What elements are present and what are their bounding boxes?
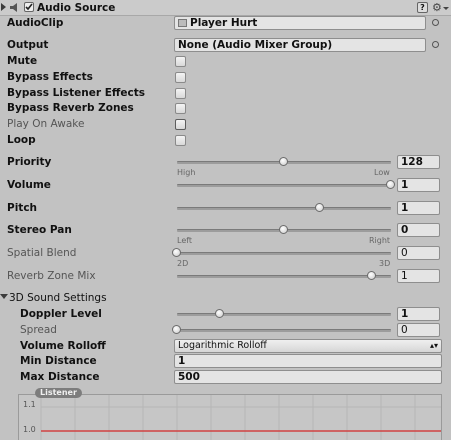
volume-slider[interactable] <box>177 180 395 189</box>
priority-slider[interactable] <box>177 157 391 166</box>
doppler-level-label: Doppler Level <box>20 308 102 320</box>
priority-min-label: High <box>177 168 196 177</box>
doppler-level-slider-handle[interactable] <box>214 309 224 318</box>
audioclip-picker-icon[interactable] <box>432 19 439 26</box>
listener-tag: Listener <box>35 388 82 398</box>
stereo-pan-max-label: Right <box>369 236 391 245</box>
priority-label: Priority <box>7 156 52 168</box>
min-distance-label: Min Distance <box>20 355 97 367</box>
help-icon[interactable]: ? <box>417 2 428 13</box>
graph-ytick-1-1: 1.1 <box>23 400 36 409</box>
pitch-slider-handle[interactable] <box>314 203 324 212</box>
volume-rolloff-label: Volume Rolloff <box>20 340 106 352</box>
doppler-level-slider[interactable] <box>177 309 391 318</box>
spatial-blend-max-label: 3D <box>379 259 391 268</box>
bypass-listener-effects-checkbox[interactable] <box>175 88 186 99</box>
spatial-blend-label: Spatial Blend <box>7 247 77 259</box>
loop-label: Loop <box>7 134 36 146</box>
spatial-blend-slider-handle[interactable] <box>172 248 181 257</box>
priority-value[interactable]: 128 <box>397 155 440 169</box>
enabled-checkbox[interactable] <box>24 2 34 12</box>
mute-label: Mute <box>7 55 38 67</box>
pitch-label: Pitch <box>7 202 38 214</box>
spread-slider-handle[interactable] <box>172 325 181 334</box>
reverb-zone-mix-value[interactable]: 1 <box>397 269 440 283</box>
play-on-awake-checkbox[interactable] <box>175 119 186 130</box>
mute-checkbox[interactable] <box>175 56 186 67</box>
play-on-awake-label: Play On Awake <box>7 118 85 130</box>
bypass-effects-checkbox[interactable] <box>175 72 186 83</box>
spread-label: Spread <box>20 324 57 336</box>
component-title: Audio Source <box>37 2 116 14</box>
menu-arrow-icon[interactable] <box>443 7 449 10</box>
reverb-zone-mix-slider-handle[interactable] <box>366 271 376 280</box>
reverb-zone-mix-slider[interactable] <box>177 271 391 280</box>
audioclip-field[interactable]: Player Hurt <box>174 16 426 30</box>
graph-ytick-1-0: 1.0 <box>23 425 36 434</box>
spatial-blend-value[interactable]: 0 <box>397 246 440 260</box>
dropdown-arrow-icon: ▴▾ <box>429 341 438 350</box>
spread-value[interactable]: 0 <box>397 323 440 337</box>
foldout-arrow-icon[interactable] <box>1 3 6 11</box>
volume-rolloff-value: Logarithmic Rolloff <box>178 340 267 351</box>
volume-slider-handle[interactable] <box>386 180 395 189</box>
output-field[interactable]: None (Audio Mixer Group) <box>174 38 426 52</box>
gear-icon[interactable]: ⚙ <box>432 1 442 14</box>
stereo-pan-label: Stereo Pan <box>7 224 72 236</box>
spatial-blend-slider[interactable] <box>172 248 391 257</box>
reverb-zone-mix-label: Reverb Zone Mix <box>7 270 96 282</box>
bypass-effects-label: Bypass Effects <box>7 71 93 83</box>
output-picker-icon[interactable] <box>432 41 439 48</box>
loop-checkbox[interactable] <box>175 135 186 146</box>
component-header: Audio Source ? ⚙ <box>0 0 451 16</box>
rolloff-graph[interactable]: 1.1 1.0 <box>18 394 442 440</box>
spatial-blend-min-label: 2D <box>177 259 189 268</box>
audioclip-value: Player Hurt <box>190 17 258 29</box>
stereo-pan-slider[interactable] <box>177 225 391 234</box>
stereo-pan-min-label: Left <box>177 236 193 245</box>
audio-clip-icon <box>178 19 187 27</box>
doppler-level-value[interactable]: 1 <box>397 307 440 321</box>
spread-slider[interactable] <box>172 325 391 334</box>
pitch-slider[interactable] <box>177 203 391 212</box>
priority-slider-handle[interactable] <box>279 157 288 166</box>
stereo-pan-value[interactable]: 0 <box>397 223 440 237</box>
volume-value[interactable]: 1 <box>397 178 440 192</box>
bypass-reverb-zones-label: Bypass Reverb Zones <box>7 102 134 114</box>
output-label: Output <box>7 39 49 51</box>
speaker-icon <box>9 2 21 16</box>
pitch-value[interactable]: 1 <box>397 201 440 215</box>
3d-sound-settings-foldout[interactable]: 3D Sound Settings <box>9 291 107 305</box>
rolloff-graph-grid <box>40 395 441 440</box>
min-distance-field[interactable]: 1 <box>174 354 442 368</box>
bypass-reverb-zones-checkbox[interactable] <box>175 103 186 114</box>
volume-label: Volume <box>7 179 51 191</box>
stereo-pan-slider-handle[interactable] <box>279 225 288 234</box>
audioclip-label: AudioClip <box>7 17 64 29</box>
volume-rolloff-dropdown[interactable]: Logarithmic Rolloff ▴▾ <box>174 339 442 353</box>
max-distance-label: Max Distance <box>20 371 100 383</box>
priority-max-label: Low <box>374 168 390 177</box>
3d-foldout-arrow-icon[interactable] <box>0 294 8 299</box>
max-distance-field[interactable]: 500 <box>174 370 442 384</box>
bypass-listener-effects-label: Bypass Listener Effects <box>7 87 146 99</box>
